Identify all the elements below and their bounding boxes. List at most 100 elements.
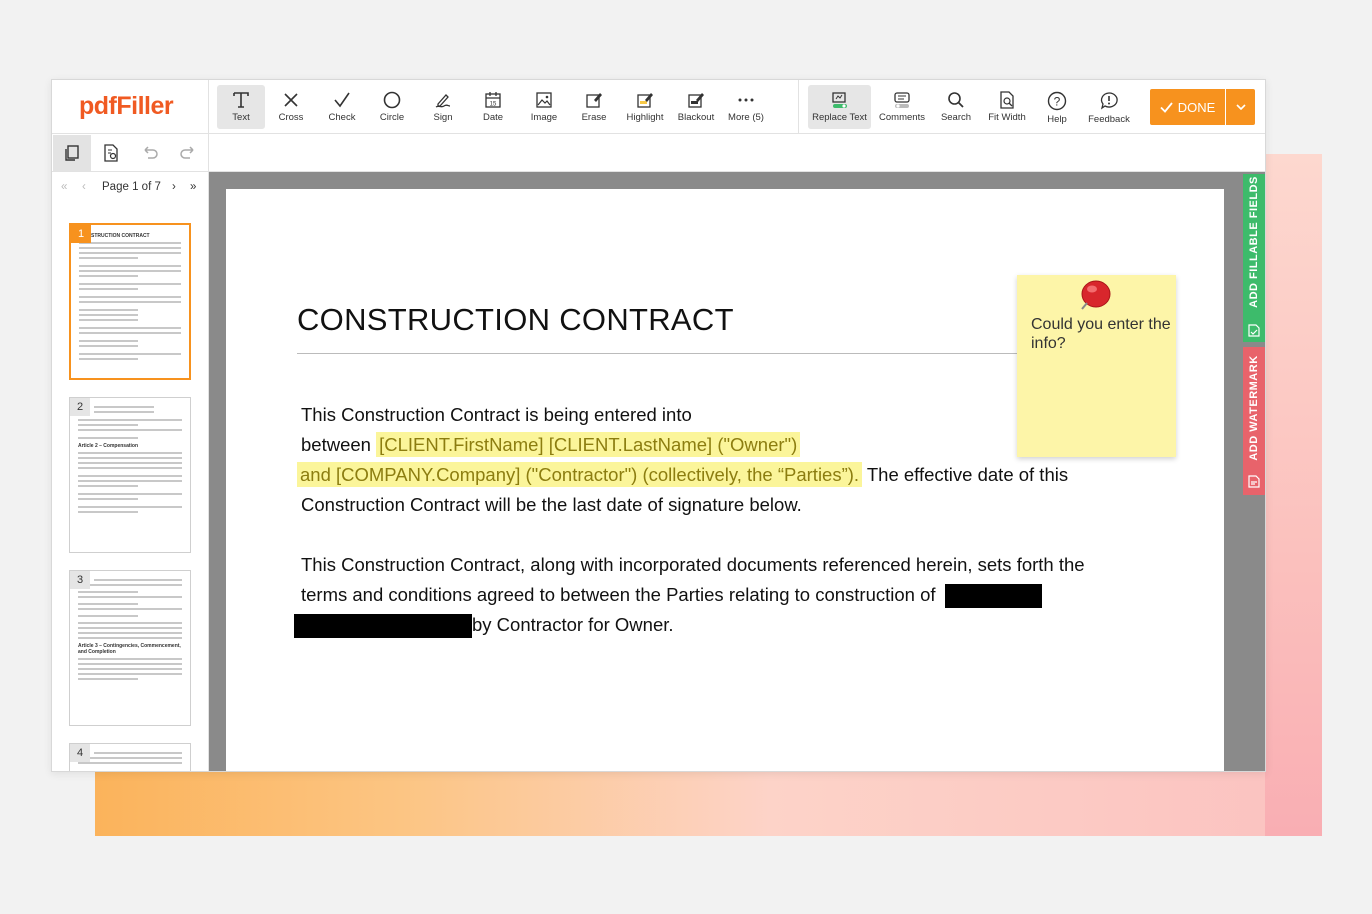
page-thumbnail-4[interactable]: 4: [69, 743, 191, 771]
done-dropdown-button[interactable]: [1226, 89, 1255, 125]
help-button[interactable]: ? Help: [1033, 85, 1081, 129]
thumbnail-number: 1: [71, 225, 91, 243]
cross-icon: [284, 93, 298, 107]
search-icon: [948, 92, 964, 108]
more-tools-button[interactable]: More (5): [722, 85, 770, 129]
tool-label: More (5): [728, 112, 764, 123]
feedback-icon: [1100, 92, 1118, 110]
search-button[interactable]: Search: [932, 85, 980, 129]
date-tool-button[interactable]: 15 Date: [469, 85, 517, 129]
pushpin-icon: [1081, 280, 1111, 310]
tool-label: Sign: [433, 112, 453, 123]
blackout-redaction[interactable]: [294, 614, 472, 639]
page-thumbnail-2[interactable]: 2 Article 2 – Compensation: [69, 397, 191, 553]
paragraph-line[interactable]: This Construction Contract is being ente…: [301, 400, 692, 430]
circle-icon: [383, 91, 401, 109]
fillable-fields-label: ADD FILLABLE FIELDS: [1248, 176, 1260, 308]
tool-label: Cross: [278, 112, 304, 123]
current-page-number: 1: [132, 181, 139, 193]
blackout-tool-button[interactable]: Blackout: [672, 85, 720, 129]
thumbnail-heading: Article 3 – Contingencies, Commencement,…: [78, 643, 181, 655]
previous-page-button[interactable]: ‹: [82, 181, 86, 193]
svg-text:15: 15: [490, 102, 497, 108]
image-icon: [536, 92, 552, 108]
tool-label: Search: [940, 112, 972, 123]
done-button[interactable]: DONE: [1150, 89, 1225, 125]
tool-label: Circle: [379, 112, 405, 123]
document-viewport[interactable]: CONSTRUCTION CONTRACT This Construction …: [209, 172, 1243, 771]
tool-label: Help: [1047, 114, 1067, 125]
last-page-button[interactable]: »: [190, 181, 196, 193]
calendar-icon: 15: [485, 92, 501, 108]
check-icon: [1160, 101, 1173, 113]
erase-icon: [586, 93, 602, 108]
toolbar-divider: [798, 80, 799, 134]
paragraph-line[interactable]: This Construction Contract, along with i…: [301, 550, 1085, 580]
sticky-note-text[interactable]: Could you enter the info?: [1031, 315, 1171, 353]
fit-width-button[interactable]: Fit Width: [982, 85, 1032, 129]
feedback-button[interactable]: Feedback: [1083, 85, 1135, 129]
text-tool-button[interactable]: Text: [217, 85, 265, 129]
document-settings-icon: [104, 144, 118, 162]
watermark-label: ADD WATERMARK: [1248, 355, 1260, 461]
document-page[interactable]: CONSTRUCTION CONTRACT This Construction …: [226, 189, 1224, 771]
erase-tool-button[interactable]: Erase: [570, 85, 618, 129]
highlight-icon: [637, 93, 653, 108]
page-navigator: « ‹ Page 1 of 7 › »: [52, 172, 209, 205]
page-thumbnail-3[interactable]: 3 Article 3 – Contingencies, Commencemen…: [69, 570, 191, 726]
document-title[interactable]: CONSTRUCTION CONTRACT: [297, 302, 734, 338]
chevron-down-icon: [1235, 104, 1246, 110]
comments-icon: [894, 92, 910, 108]
tool-label: Date: [482, 112, 504, 123]
blackout-redaction[interactable]: [944, 584, 1042, 609]
decorative-background-bottom: [95, 770, 1322, 836]
redo-icon: [180, 146, 194, 159]
paragraph-line[interactable]: Construction Contract will be the last d…: [301, 490, 802, 520]
add-fillable-fields-tab[interactable]: ADD FILLABLE FIELDS: [1243, 174, 1265, 342]
undo-button[interactable]: [131, 135, 169, 171]
blackout-icon: [688, 93, 704, 108]
tool-label: Erase: [581, 112, 607, 123]
page-thumbnail-1[interactable]: 1 STRUCTION CONTRACT: [69, 223, 191, 380]
client-placeholder-field[interactable]: [CLIENT.FirstName] [CLIENT.LastName] ("O…: [376, 432, 801, 457]
add-watermark-tab[interactable]: ADD WATERMARK: [1243, 347, 1265, 495]
thumbnail-heading: STRUCTION CONTRACT: [91, 233, 150, 239]
highlight-tool-button[interactable]: Highlight: [621, 85, 669, 129]
sign-tool-button[interactable]: Sign: [419, 85, 467, 129]
paragraph-line[interactable]: terms and conditions agreed to between t…: [301, 580, 1042, 610]
sticky-note[interactable]: Could you enter the info?: [1017, 275, 1176, 457]
more-icon: [738, 98, 754, 102]
tool-label: Highlight: [626, 112, 664, 123]
paragraph-line[interactable]: and [COMPANY.Company] ("Contractor") (co…: [297, 460, 1068, 490]
paragraph-line[interactable]: between [CLIENT.FirstName] [CLIENT.LastN…: [301, 430, 801, 460]
tool-label: Feedback: [1088, 114, 1130, 125]
right-rail: ADD FILLABLE FIELDS ADD WATERMARK: [1243, 172, 1265, 771]
image-tool-button[interactable]: Image: [520, 85, 568, 129]
tool-label: Replace Text: [812, 112, 867, 123]
decorative-background-right: [1265, 154, 1322, 836]
svg-text:?: ?: [1054, 95, 1061, 109]
thumbnail-number: 4: [70, 744, 90, 762]
main-toolbar: pdfFiller Text Cross Check Circle Sign 1…: [52, 80, 1265, 134]
thumbnail-heading: Article 2 – Compensation: [78, 443, 139, 449]
paragraph-line[interactable]: by Contractor for Owner.: [294, 610, 674, 640]
comments-button[interactable]: Comments: [877, 85, 927, 129]
pages-icon: [65, 145, 79, 161]
page-thumbnails-button[interactable]: [53, 135, 91, 171]
tool-label: Comments: [879, 112, 925, 123]
document-settings-button[interactable]: [92, 135, 130, 171]
cross-tool-button[interactable]: Cross: [267, 85, 315, 129]
redo-button[interactable]: [169, 135, 207, 171]
circle-tool-button[interactable]: Circle: [368, 85, 416, 129]
help-icon: ?: [1047, 91, 1067, 111]
sign-icon: [435, 94, 451, 108]
thumbnail-number: 3: [70, 571, 90, 589]
replace-text-button[interactable]: Replace Text: [808, 85, 871, 129]
check-tool-button[interactable]: Check: [318, 85, 366, 129]
page-sidebar: « ‹ Page 1 of 7 › » 1 STRUCTION CONTRACT…: [52, 172, 209, 771]
company-placeholder-field[interactable]: and [COMPANY.Company] ("Contractor") (co…: [297, 462, 863, 487]
stage: pdfFiller Text Cross Check Circle Sign 1…: [0, 0, 1372, 914]
pdffiller-logo[interactable]: pdfFiller: [79, 92, 174, 121]
next-page-button[interactable]: ›: [172, 181, 176, 193]
first-page-button[interactable]: «: [61, 181, 67, 193]
